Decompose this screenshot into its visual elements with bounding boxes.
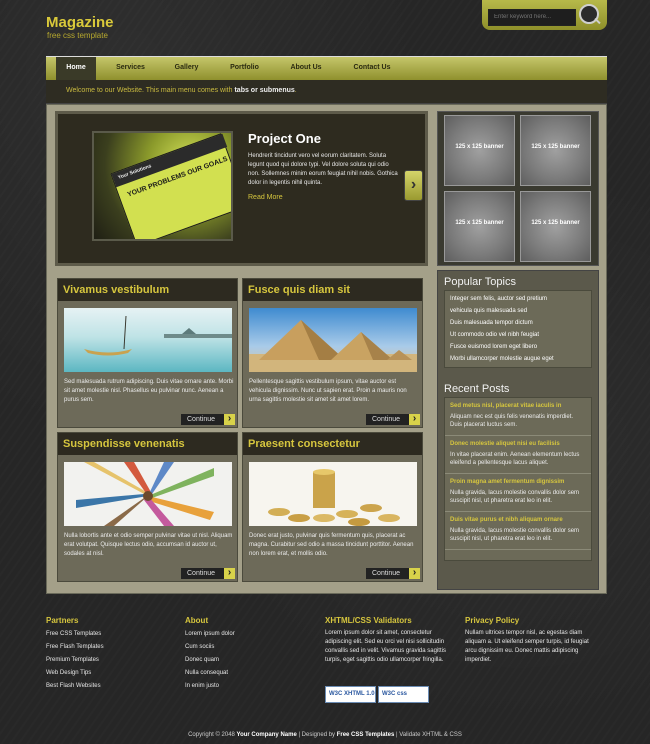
recent-post-title[interactable]: Donec molestie aliquet nisi eu facilisis	[450, 440, 586, 449]
article-excerpt: Pellentesque sagittis vestibulum ipsum, …	[249, 379, 407, 403]
popular-topic-link[interactable]: Fusce euismod lorem eget libero	[445, 341, 591, 353]
validate-link[interactable]: | Validate XHTML & CSS	[396, 732, 462, 738]
recent-post-excerpt: Nulla gravida, lacus molestie convallis …	[450, 528, 580, 542]
designer-link[interactable]: Free CSS Templates	[337, 732, 395, 738]
recent-post-title[interactable]: Duis vitae purus et nibh aliquam ornare	[450, 516, 586, 525]
welcome-prefix: Welcome to our Website. This main menu c…	[66, 87, 233, 94]
article-title[interactable]: Suspendisse venenatis	[58, 433, 237, 455]
footer-partner-link[interactable]: Best Flash Websites	[46, 683, 101, 689]
search-bar	[482, 0, 607, 30]
site-tagline: free css template	[47, 31, 108, 40]
feature-body: Hendrerit tincidunt vero vel eorum clari…	[248, 153, 398, 186]
continue-button[interactable]: Continue	[181, 568, 235, 579]
nav-item-about-us[interactable]: About Us	[282, 57, 330, 81]
w3c-css-badge-label: W3C css	[382, 691, 408, 697]
popular-topics-heading: Popular Topics	[444, 276, 516, 288]
welcome-message: Welcome to our Website. This main menu c…	[66, 87, 297, 94]
banner-ad[interactable]: 125 x 125 banner	[520, 115, 591, 186]
company-name-link[interactable]: Your Company Name	[237, 732, 297, 738]
nav-item-home[interactable]: Home	[56, 57, 96, 86]
feature-title: Project One	[248, 131, 321, 146]
w3c-xhtml-badge-label: W3C XHTML 1.0	[329, 691, 375, 697]
recent-post-excerpt: Aliquam nec est quis felis venenatis imp…	[450, 414, 574, 428]
nav-item-gallery[interactable]: Gallery	[164, 57, 209, 81]
footer-partner-link[interactable]: Web Design Tips	[46, 670, 91, 676]
recent-post-title[interactable]: Sed metus nisl, placerat vitae iaculis i…	[450, 402, 586, 411]
footer-about-link[interactable]: Lorem ipsum dolor	[185, 631, 235, 637]
article-card: Praesent consectetur Donec erat justo, p…	[242, 432, 423, 582]
footer-about-link[interactable]: In enim justo	[185, 683, 219, 689]
footer-about-link[interactable]: Cum sociis	[185, 644, 214, 650]
recent-posts-list: Sed metus nisl, placerat vitae iaculis i…	[444, 397, 592, 561]
copyright-prefix: Copyright © 2048	[188, 732, 235, 738]
article-image-coins	[249, 462, 417, 526]
main-nav: Home Services Gallery Portfolio About Us…	[46, 56, 607, 86]
footer-privacy-text: Nullam ultrices tempor nisl, ac egestas …	[465, 630, 589, 663]
feature-image: Your Solutions YOUR PROBLEMS OUR GOALS	[92, 131, 233, 241]
recent-posts-heading: Recent Posts	[444, 383, 510, 395]
site-logo[interactable]: Magazine	[46, 14, 114, 31]
popular-topic-link[interactable]: Integer sem felis, auctor sed pretium	[445, 293, 591, 305]
article-image-pyramids	[249, 308, 417, 372]
copyright-line: Copyright © 2048 Your Company Name | Des…	[0, 732, 650, 738]
article-title[interactable]: Praesent consectetur	[243, 433, 422, 455]
recent-post: Proin magna amet fermentum dignissim Nul…	[445, 474, 591, 512]
nav-item-services[interactable]: Services	[108, 57, 153, 81]
article-card: Suspendisse venenatis Nulla lobortis ant…	[57, 432, 238, 582]
recent-post-excerpt: In vitae placerat enim. Aenean elementum…	[450, 452, 580, 466]
popular-topic-link[interactable]: vehicula quis malesuada sed	[445, 305, 591, 317]
article-excerpt: Sed malesuada rutrum adipiscing. Duis vi…	[64, 379, 234, 403]
footer-validators-text: Lorem ipsum dolor sit amet, consectetur …	[325, 630, 446, 663]
article-excerpt: Nulla lobortis ante et odio semper pulvi…	[64, 533, 233, 557]
recent-post: Duis vitae purus et nibh aliquam ornare …	[445, 512, 591, 550]
continue-button[interactable]: Continue	[366, 568, 420, 579]
search-input[interactable]	[488, 8, 576, 26]
article-title[interactable]: Fusce quis diam sit	[243, 279, 422, 301]
popular-topic-link[interactable]: Duis malesuada tempor dictum	[445, 317, 591, 329]
footer-privacy-heading: Privacy Policy	[465, 616, 520, 625]
w3c-xhtml-badge[interactable]: W3C XHTML 1.0	[325, 686, 376, 703]
article-image-pencils	[64, 462, 232, 526]
footer-partner-link[interactable]: Free Flash Templates	[46, 644, 104, 650]
banner-ad[interactable]: 125 x 125 banner	[444, 115, 515, 186]
article-card: Vivamus vestibulum Sed malesuada rutrum …	[57, 278, 238, 428]
footer-partner-link[interactable]: Free CSS Templates	[46, 631, 101, 637]
popular-topics-list: Integer sem felis, auctor sed pretium ve…	[444, 290, 592, 368]
welcome-strong: tabs or submenus	[234, 87, 295, 94]
next-arrow-icon[interactable]: ›	[404, 170, 423, 201]
read-more-link[interactable]: Read More	[248, 194, 283, 201]
recent-post: Sed metus nisl, placerat vitae iaculis i…	[445, 398, 591, 436]
article-card: Fusce quis diam sit Pellentesque sagitti…	[242, 278, 423, 428]
article-image-boat	[64, 308, 232, 372]
banner-ad[interactable]: 125 x 125 banner	[444, 191, 515, 262]
popular-topic-link[interactable]: Ut commodo odio vel nibh feugiat	[445, 329, 591, 341]
continue-button[interactable]: Continue	[181, 414, 235, 425]
welcome-suffix: .	[294, 87, 297, 94]
nav-item-portfolio[interactable]: Portfolio	[222, 57, 267, 81]
continue-button[interactable]: Continue	[366, 414, 420, 425]
search-icon[interactable]	[579, 4, 599, 24]
footer-partners-heading: Partners	[46, 616, 79, 625]
footer-about-heading: About	[185, 616, 209, 625]
article-title[interactable]: Vivamus vestibulum	[58, 279, 237, 301]
recent-post: Donec molestie aliquet nisi eu facilisis…	[445, 436, 591, 474]
nav-item-contact-us[interactable]: Contact Us	[346, 57, 398, 81]
recent-post-excerpt: Nulla gravida, lacus molestie convallis …	[450, 490, 580, 504]
recent-post-title[interactable]: Proin magna amet fermentum dignissim	[450, 478, 586, 487]
footer-partner-link[interactable]: Premium Templates	[46, 657, 99, 663]
w3c-css-badge[interactable]: W3C css	[378, 686, 429, 703]
feature-image-card: Your Solutions YOUR PROBLEMS OUR GOALS	[110, 133, 231, 239]
footer-about-link[interactable]: Nulla consequat	[185, 670, 228, 676]
footer-validators-heading: XHTML/CSS Validators	[325, 616, 412, 625]
banner-ad[interactable]: 125 x 125 banner	[520, 191, 591, 262]
article-excerpt: Donec erat justo, pulvinar quis fermentu…	[249, 533, 414, 557]
popular-topic-link[interactable]: Morbi ullamcorper molestie augue eget	[445, 353, 591, 365]
designed-by-label: | Designed by	[298, 732, 336, 738]
footer-about-link[interactable]: Donec quam	[185, 657, 219, 663]
